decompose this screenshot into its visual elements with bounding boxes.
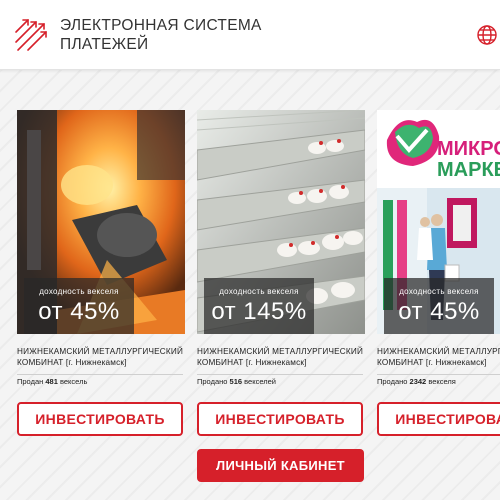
site-title-line2: ПЛАТЕЖЕЙ (60, 36, 149, 53)
promo-text-2: МАРКЕ (437, 159, 500, 181)
invest-button[interactable]: ИНВЕСТИРОВАТЬ (17, 402, 183, 436)
sold-count-text: Продано 516 векселей (197, 377, 276, 386)
company-name-line1: НИЖНЕКАМСКИЙ МЕТАЛЛУРГИЧ (377, 347, 500, 356)
personal-cabinet-button[interactable]: ЛИЧНЫЙ КАБИНЕТ (197, 449, 364, 482)
card-divider (197, 374, 363, 375)
company-name: НИЖНЕКАМСКИЙ МЕТАЛЛУРГИЧЕСКИЙ КОМБИНАТ [… (17, 346, 185, 368)
company-name-line1: НИЖНЕКАМСКИЙ МЕТАЛЛУРГИЧЕСКИЙ (17, 347, 184, 356)
poultry-farm-image: доходность векселя от 145% (197, 110, 365, 334)
yield-box: доходность векселя от 45% (24, 278, 134, 334)
yield-box: доходность векселя от 145% (204, 278, 314, 334)
sold-count: 516 (229, 377, 243, 386)
investment-card-steel: доходность векселя от 45% НИЖНЕКАМСКИЙ М… (17, 110, 185, 440)
promo-text-1: МИКРО (437, 138, 500, 160)
sold-prefix: Продано (377, 377, 408, 386)
invest-button[interactable]: ИНВЕСТИРОВАТЬ (197, 402, 363, 436)
company-name-line2: КОМБИНАТ [г. Нижнекамск] (17, 358, 127, 367)
yield-label: доходность векселя (39, 287, 119, 296)
investment-card-poultry: доходность векселя от 145% НИЖНЕКАМСКИЙ … (197, 110, 365, 440)
card-divider (17, 374, 183, 375)
globe-icon[interactable] (476, 24, 498, 46)
yield-label: доходность векселя (399, 287, 479, 296)
sold-suffix: векселей (244, 377, 276, 386)
sold-suffix: вексель (59, 377, 88, 386)
yield-value: от 45% (398, 298, 480, 325)
company-name-line2: КОМБИНАТ [г. Нижнекамск] (377, 358, 487, 367)
mini-market-image: МИКРО МАРКЕ доходность векселя от 45% (377, 110, 500, 334)
sold-count-text: Продан 481 вексель (17, 377, 87, 386)
sold-count: 2342 (409, 377, 427, 386)
sold-count-text: Продано 2342 векселя (377, 377, 456, 386)
sold-count: 481 (45, 377, 58, 386)
yield-box: доходность векселя от 45% (384, 278, 494, 334)
site-title-line1: ЭЛЕКТРОННАЯ СИСТЕМА (60, 17, 262, 34)
invest-button[interactable]: ИНВЕСТИРОВАТЬ (377, 402, 500, 436)
steel-mill-image: доходность векселя от 45% (17, 110, 185, 334)
card-divider (377, 374, 500, 375)
sold-suffix: векселя (428, 377, 456, 386)
yield-label: доходность векселя (219, 287, 299, 296)
company-name: НИЖНЕКАМСКИЙ МЕТАЛЛУРГИЧЕСКИЙ КОМБИНАТ [… (197, 346, 365, 368)
sold-prefix: Продан (17, 377, 44, 386)
arrows-logo-icon (15, 19, 47, 51)
header: ЭЛЕКТРОННАЯ СИСТЕМА ПЛАТЕЖЕЙ (0, 0, 500, 70)
sold-prefix: Продано (197, 377, 228, 386)
company-name-line2: КОМБИНАТ [г. Нижнекамск] (197, 358, 307, 367)
yield-value: от 45% (38, 298, 120, 325)
investment-card-market: МИКРО МАРКЕ доходность векселя от 45% НИ… (377, 110, 500, 440)
yield-value: от 145% (211, 298, 307, 325)
site-title: ЭЛЕКТРОННАЯ СИСТЕМА ПЛАТЕЖЕЙ (60, 16, 300, 54)
company-name-line1: НИЖНЕКАМСКИЙ МЕТАЛЛУРГИЧЕСКИЙ (197, 347, 364, 356)
company-name: НИЖНЕКАМСКИЙ МЕТАЛЛУРГИЧ КОМБИНАТ [г. Ни… (377, 346, 500, 368)
